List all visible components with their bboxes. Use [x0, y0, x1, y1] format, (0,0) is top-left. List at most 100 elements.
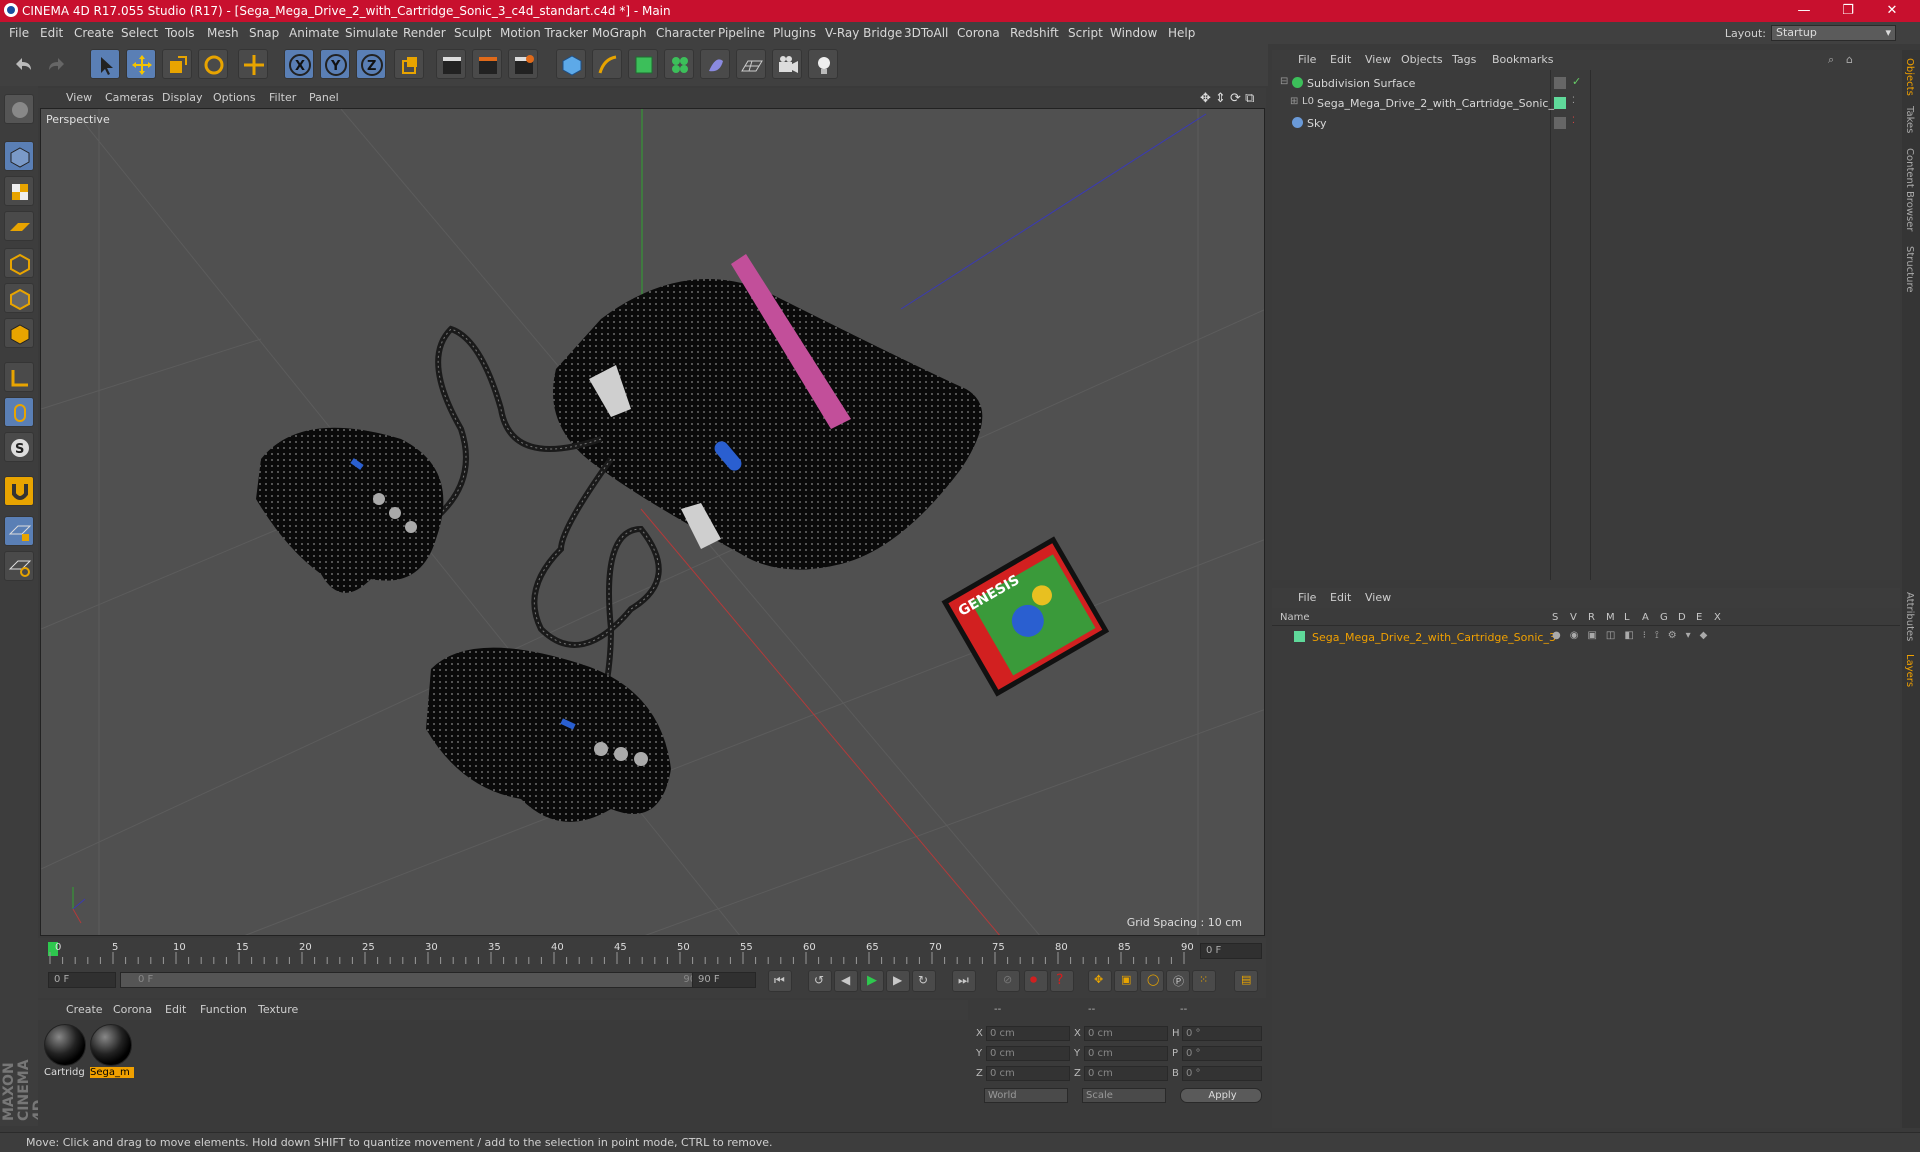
tab-takes[interactable]: Takes — [1904, 106, 1915, 133]
perspective-viewport[interactable]: GENESIS Perspective Grid Spacing : 10 cm — [40, 108, 1265, 936]
timeline-ruler[interactable]: 0 5 10 15 20 25 30 35 40 45 50 55 60 65 … — [38, 938, 1266, 964]
tab-layers[interactable]: Layers — [1904, 654, 1915, 687]
prev-key-button[interactable]: ↺ — [808, 970, 832, 992]
tab-objects[interactable]: Objects — [1904, 58, 1915, 96]
rotate-tool-button[interactable] — [198, 49, 228, 79]
deformer-button[interactable] — [700, 49, 730, 79]
menu-3dtoall[interactable]: 3DToAll — [904, 26, 948, 40]
layout-select[interactable]: Startup ▾ — [1771, 25, 1896, 41]
material-cartridge[interactable]: Cartridg — [44, 1024, 88, 1078]
record-button[interactable]: ⏺ — [1024, 970, 1048, 992]
mograph-cloner-button[interactable] — [664, 49, 694, 79]
preview-range-slider[interactable]: 0 F 90 F — [120, 972, 720, 988]
undo-button[interactable] — [8, 49, 38, 79]
keyframe-disabled-button[interactable]: ⊘ — [996, 970, 1020, 992]
workplane-axis-button[interactable] — [4, 551, 34, 581]
tab-structure[interactable]: Structure — [1904, 246, 1915, 293]
current-frame-field[interactable]: 0 F — [1200, 943, 1262, 959]
render-picture-viewer-button[interactable] — [472, 49, 502, 79]
cube-object-button[interactable] — [556, 49, 586, 79]
tweak-mode-button[interactable] — [4, 397, 34, 427]
layer-menu-view[interactable]: View — [1365, 591, 1391, 604]
magnet-button[interactable] — [4, 476, 34, 506]
viewport-menu-cameras[interactable]: Cameras — [105, 91, 154, 104]
coordinate-mode-select[interactable]: World — [984, 1088, 1068, 1103]
menu-redshift[interactable]: Redshift — [1010, 26, 1059, 40]
object-menu-edit[interactable]: Edit — [1330, 53, 1351, 66]
edges-mode-button[interactable] — [4, 283, 34, 313]
key-pla-button[interactable]: ⁙ — [1192, 970, 1216, 992]
edit-tag-icon[interactable] — [1554, 77, 1566, 89]
menu-select[interactable]: Select — [121, 26, 158, 40]
polygons-mode-button[interactable] — [4, 318, 34, 348]
menu-edit[interactable]: Edit — [40, 26, 63, 40]
viewport-menu-display[interactable]: Display — [162, 91, 203, 104]
coordinate-system-button[interactable] — [394, 49, 424, 79]
y-axis-lock-button[interactable]: Y — [320, 49, 350, 79]
workplane-button[interactable] — [4, 211, 34, 241]
menu-create[interactable]: Create — [74, 26, 114, 40]
size-x-field[interactable]: 0 cm — [1084, 1026, 1168, 1041]
viewport-menu-filter[interactable]: Filter — [269, 91, 296, 104]
menu-character[interactable]: Character — [656, 26, 715, 40]
menu-sculpt[interactable]: Sculpt — [454, 26, 491, 40]
apply-button[interactable]: Apply — [1180, 1088, 1262, 1103]
object-menu-bookmarks[interactable]: Bookmarks — [1492, 53, 1553, 66]
layer-menu-edit[interactable]: Edit — [1330, 591, 1351, 604]
material-menu-edit[interactable]: Edit — [165, 1003, 186, 1016]
layer-menu-file[interactable]: File — [1298, 591, 1316, 604]
layer-row[interactable]: Sega_Mega_Drive_2_with_Cartridge_Sonic_3… — [1272, 628, 1900, 646]
play-button[interactable]: ▶ — [860, 970, 884, 992]
object-row-sky[interactable]: Sky ⁚ — [1272, 114, 1900, 132]
light-button[interactable] — [808, 49, 838, 79]
menu-pipeline[interactable]: Pipeline — [718, 26, 765, 40]
object-row-sega[interactable]: ⊞ L0 Sega_Mega_Drive_2_with_Cartridge_So… — [1272, 94, 1900, 112]
material-sega[interactable]: Sega_m — [90, 1024, 134, 1078]
object-menu-file[interactable]: File — [1298, 53, 1316, 66]
expand-icon[interactable]: ⊞ — [1290, 96, 1298, 107]
key-rotation-button[interactable]: ◯ — [1140, 970, 1164, 992]
menu-window[interactable]: Window — [1110, 26, 1157, 40]
edit-tag-icon[interactable] — [1554, 117, 1566, 129]
make-editable-button[interactable] — [4, 94, 34, 124]
select-tool-button[interactable] — [90, 49, 120, 79]
tab-content-browser[interactable]: Content Browser — [1904, 148, 1915, 231]
check-icon[interactable]: ✓ — [1572, 75, 1581, 88]
floor-button[interactable] — [736, 49, 766, 79]
live-select-button[interactable] — [238, 49, 268, 79]
texture-mode-button[interactable] — [4, 176, 34, 206]
menu-mograph[interactable]: MoGraph — [592, 26, 647, 40]
redo-button[interactable] — [42, 49, 72, 79]
rotation-b-field[interactable]: 0 ° — [1182, 1066, 1262, 1081]
minimize-button[interactable]: — — [1782, 0, 1826, 22]
prev-frame-button[interactable]: ◀ — [834, 970, 858, 992]
menu-file[interactable]: File — [9, 26, 29, 40]
menu-motion-tracker[interactable]: Motion Tracker — [500, 26, 588, 40]
layer-color-icon[interactable] — [1294, 631, 1305, 642]
menu-script[interactable]: Script — [1068, 26, 1103, 40]
visibility-dots-icon[interactable]: ⁚ — [1572, 116, 1575, 126]
timeline-window-button[interactable]: ▤ — [1234, 970, 1258, 992]
menu-vray-bridge[interactable]: V-Ray Bridge — [825, 26, 902, 40]
collapse-icon[interactable]: ⊟ — [1280, 76, 1288, 87]
menu-tools[interactable]: Tools — [165, 26, 195, 40]
object-menu-objects[interactable]: Objects — [1401, 53, 1443, 66]
tab-attributes[interactable]: Attributes — [1904, 592, 1915, 641]
start-frame-field[interactable]: 0 F — [48, 972, 116, 988]
menu-help[interactable]: Help — [1168, 26, 1195, 40]
autokey-button[interactable]: ? — [1050, 970, 1074, 992]
menu-simulate[interactable]: Simulate — [345, 26, 398, 40]
viewport-menu-view[interactable]: View — [66, 91, 92, 104]
end-frame-field[interactable]: 90 F — [692, 972, 756, 988]
object-menu-view[interactable]: View — [1365, 53, 1391, 66]
menu-mesh[interactable]: Mesh — [207, 26, 239, 40]
points-mode-button[interactable] — [4, 248, 34, 278]
menu-animate[interactable]: Animate — [289, 26, 339, 40]
menu-snap[interactable]: Snap — [249, 26, 279, 40]
size-y-field[interactable]: 0 cm — [1084, 1046, 1168, 1061]
size-mode-select[interactable]: Scale — [1082, 1088, 1166, 1103]
camera-button[interactable] — [772, 49, 802, 79]
x-axis-lock-button[interactable]: X — [284, 49, 314, 79]
key-scale-button[interactable]: ▣ — [1114, 970, 1138, 992]
position-y-field[interactable]: 0 cm — [986, 1046, 1070, 1061]
